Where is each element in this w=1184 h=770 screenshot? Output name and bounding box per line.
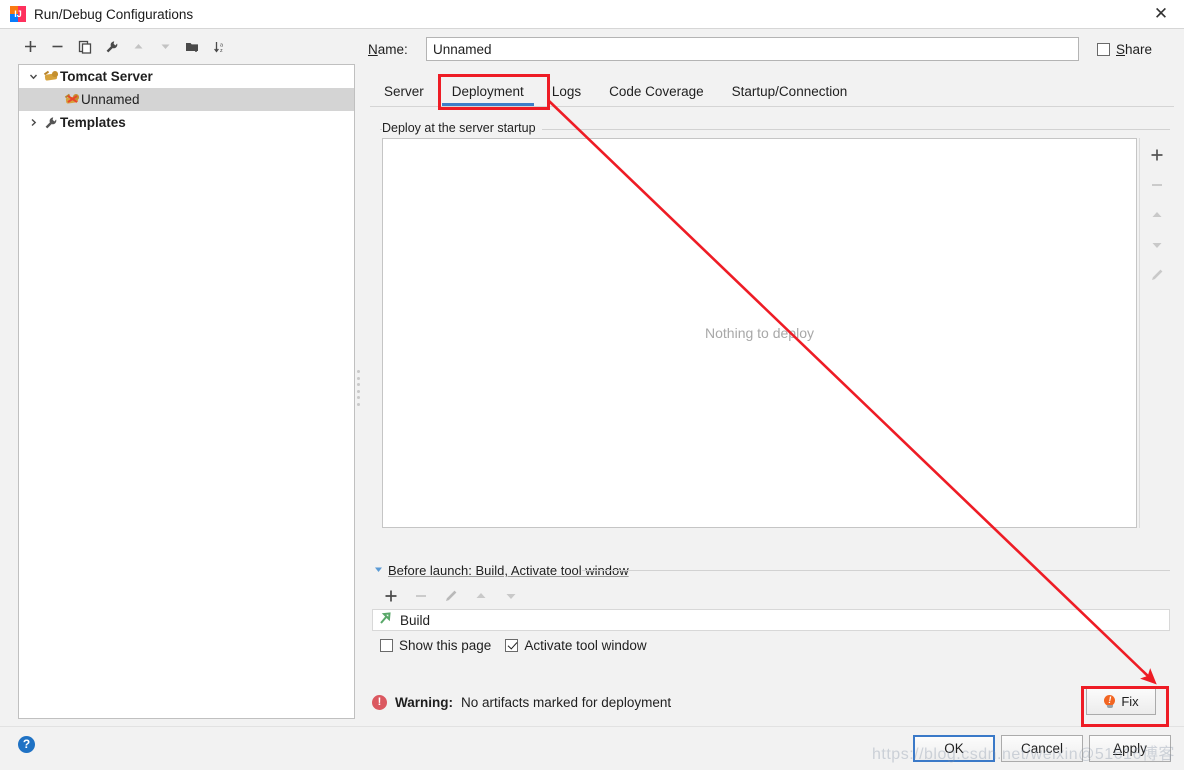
move-up-button[interactable] bbox=[126, 35, 151, 58]
run-debug-configurations-dialog: IJ Run/Debug Configurations ✕ a z Tomcat… bbox=[0, 0, 1184, 770]
splitter-handle-dots bbox=[357, 370, 361, 406]
before-launch-options: Show this page Activate tool window bbox=[380, 638, 647, 653]
move-down-button[interactable] bbox=[153, 35, 178, 58]
wrench-icon bbox=[42, 116, 60, 130]
new-folder-button[interactable] bbox=[180, 35, 205, 58]
svg-text:z: z bbox=[220, 48, 223, 54]
configurations-tree[interactable]: Tomcat Server Unnamed Templates bbox=[18, 64, 355, 719]
deploy-group-title: Deploy at the server startup bbox=[382, 121, 542, 135]
show-this-page-checkbox[interactable]: Show this page bbox=[380, 638, 491, 653]
edit-task-button[interactable] bbox=[440, 585, 462, 607]
tabs-divider bbox=[370, 106, 1174, 107]
share-checkbox-box[interactable] bbox=[1097, 42, 1110, 56]
share-label: Share bbox=[1116, 41, 1153, 57]
show-this-page-label: Show this page bbox=[399, 638, 492, 653]
configuration-tabs[interactable]: Server Deployment Logs Code Coverage Sta… bbox=[370, 76, 1174, 106]
move-task-up-button[interactable] bbox=[470, 585, 492, 607]
lightbulb-icon: ! bbox=[1103, 694, 1116, 709]
dialog-bottom-bar: ? OK Cancel Apply bbox=[0, 726, 1184, 770]
configurations-panel: a z Tomcat Server Unnamed Templates bbox=[10, 33, 355, 721]
tree-node-label: Tomcat Server bbox=[60, 69, 153, 84]
tab-server[interactable]: Server bbox=[370, 80, 438, 106]
copy-configuration-button[interactable] bbox=[72, 35, 97, 58]
error-icon: ! bbox=[372, 695, 387, 710]
chevron-right-icon[interactable] bbox=[25, 118, 42, 127]
remove-configuration-button[interactable] bbox=[45, 35, 70, 58]
warning-text: No artifacts marked for deployment bbox=[461, 695, 672, 710]
warning-prefix: Warning: bbox=[395, 695, 453, 710]
title-bar: IJ Run/Debug Configurations ✕ bbox=[0, 0, 1184, 29]
deployment-artifacts-list[interactable]: Nothing to deploy bbox=[382, 138, 1137, 528]
before-launch-toolbar bbox=[380, 585, 522, 607]
tab-code-coverage[interactable]: Code Coverage bbox=[595, 80, 718, 106]
fix-button[interactable]: ! Fix bbox=[1086, 688, 1156, 715]
tree-node-label: Templates bbox=[60, 115, 126, 130]
activate-tool-window-checkbox[interactable]: Activate tool window bbox=[505, 638, 647, 653]
tomcat-icon bbox=[42, 70, 60, 83]
cancel-button[interactable]: Cancel bbox=[1001, 735, 1083, 762]
window-title: Run/Debug Configurations bbox=[34, 6, 194, 22]
before-launch-line bbox=[582, 570, 1170, 571]
fix-button-label: Fix bbox=[1121, 694, 1139, 709]
tomcat-error-icon bbox=[63, 93, 81, 106]
activate-tool-window-label: Activate tool window bbox=[524, 638, 647, 653]
remove-artifact-button[interactable] bbox=[1146, 174, 1168, 196]
chevron-down-icon[interactable] bbox=[25, 72, 42, 81]
deployment-side-divider bbox=[1139, 138, 1140, 528]
configurations-toolbar: a z bbox=[10, 33, 355, 60]
name-input[interactable] bbox=[426, 37, 1079, 61]
intellij-idea-icon: IJ bbox=[10, 6, 26, 22]
add-artifact-button[interactable] bbox=[1146, 144, 1168, 166]
sort-alphabetically-button[interactable]: a z bbox=[207, 35, 232, 58]
add-configuration-button[interactable] bbox=[18, 35, 43, 58]
name-row: Name: Share bbox=[368, 37, 1174, 61]
tree-node-templates[interactable]: Templates bbox=[19, 111, 354, 134]
warning-message: ! Warning: No artifacts marked for deplo… bbox=[372, 695, 671, 710]
apply-button[interactable]: Apply bbox=[1089, 735, 1171, 762]
configuration-editor-panel: Name: Share Server Deployment Logs Code … bbox=[368, 33, 1174, 721]
deployment-empty-text: Nothing to deploy bbox=[705, 325, 814, 341]
share-checkbox[interactable]: Share bbox=[1097, 42, 1152, 57]
tab-deployment[interactable]: Deployment bbox=[438, 80, 538, 106]
name-label: Name: bbox=[368, 41, 408, 57]
close-icon[interactable]: ✕ bbox=[1138, 0, 1184, 28]
tab-startup-connection[interactable]: Startup/Connection bbox=[718, 80, 862, 106]
tree-node-label: Unnamed bbox=[81, 92, 140, 107]
remove-task-button[interactable] bbox=[410, 585, 432, 607]
ok-button[interactable]: OK bbox=[913, 735, 995, 762]
move-artifact-down-button[interactable] bbox=[1146, 234, 1168, 256]
edit-templates-button[interactable] bbox=[99, 35, 124, 58]
tree-node-tomcat-server[interactable]: Tomcat Server bbox=[19, 65, 354, 88]
move-artifact-up-button[interactable] bbox=[1146, 204, 1168, 226]
move-task-down-button[interactable] bbox=[500, 585, 522, 607]
help-icon[interactable]: ? bbox=[18, 736, 35, 753]
before-launch-task-label: Build bbox=[400, 612, 431, 628]
add-task-button[interactable] bbox=[380, 585, 402, 607]
show-this-page-box[interactable] bbox=[380, 639, 393, 652]
before-launch-task-row[interactable]: Build bbox=[372, 609, 1170, 631]
activate-tool-window-box[interactable] bbox=[505, 639, 519, 652]
deployment-side-toolbar bbox=[1143, 138, 1171, 528]
panel-splitter[interactable] bbox=[355, 60, 363, 715]
triangle-down-icon[interactable] bbox=[374, 565, 383, 576]
build-hammer-icon bbox=[379, 611, 394, 629]
edit-artifact-button[interactable] bbox=[1146, 264, 1168, 286]
tab-logs[interactable]: Logs bbox=[538, 80, 595, 106]
tree-node-unnamed[interactable]: Unnamed bbox=[19, 88, 354, 111]
